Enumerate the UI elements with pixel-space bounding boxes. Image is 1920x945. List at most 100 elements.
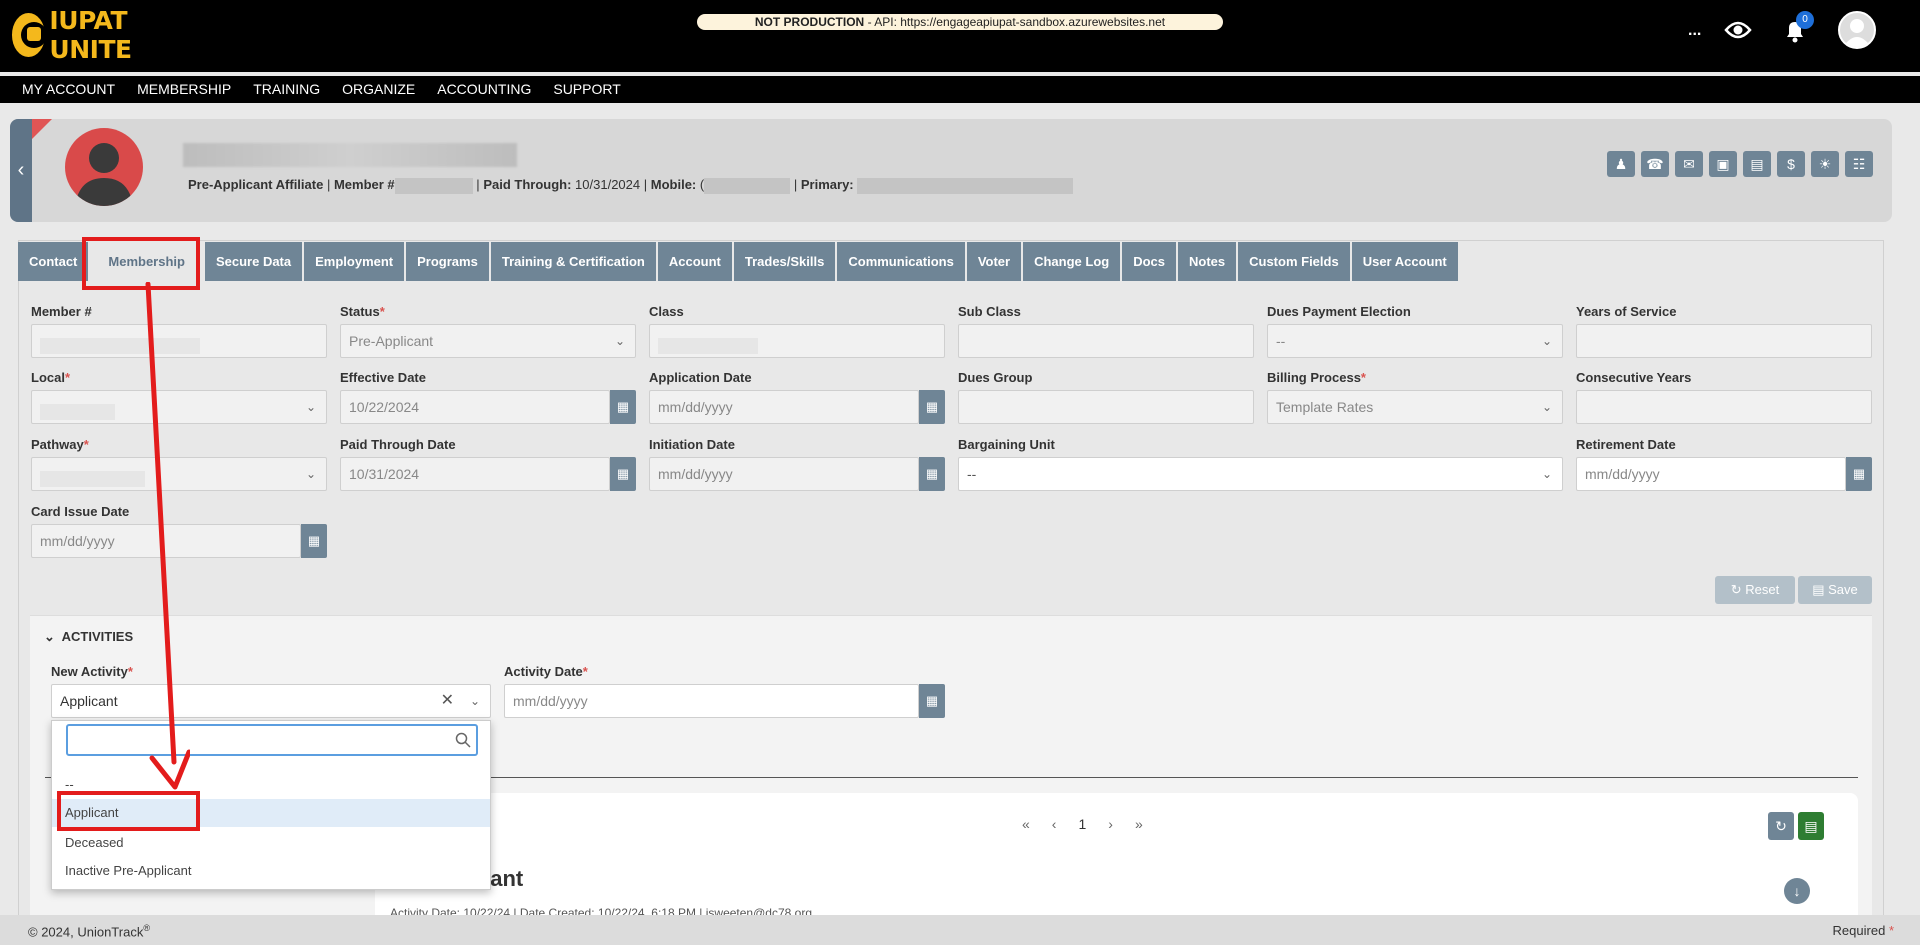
calendar-icon[interactable]: ▦: [919, 684, 945, 718]
tab-notes[interactable]: Notes: [1178, 242, 1237, 281]
chat-icon[interactable]: ✉: [1675, 151, 1703, 177]
save-button[interactable]: ▤ Save: [1798, 576, 1872, 604]
collapse-panel-button[interactable]: ‹: [10, 119, 32, 222]
nav-my-account[interactable]: MY ACCOUNT: [0, 76, 126, 103]
profile-actions: ♟ ☎ ✉ ▣ ▤ $ ☀ ☷: [1607, 151, 1873, 177]
dues-payment-field-label: Dues Payment Election: [1267, 304, 1411, 319]
excel-export-icon[interactable]: ▤: [1798, 812, 1824, 840]
consecutive-years-input[interactable]: [1576, 390, 1872, 424]
tab-communications[interactable]: Communications: [837, 242, 965, 281]
effective-date-input[interactable]: 10/22/2024: [340, 390, 610, 424]
bargaining-unit-select[interactable]: -- ⌄: [958, 457, 1563, 491]
primary-redacted: [857, 177, 1074, 194]
activity-date-input[interactable]: mm/dd/yyyy: [504, 684, 919, 718]
nav-training[interactable]: TRAINING: [242, 76, 331, 103]
clear-icon[interactable]: ✕: [441, 685, 454, 717]
refresh-icon[interactable]: ↻: [1768, 812, 1794, 840]
chevron-down-icon: ⌄: [614, 334, 625, 348]
prev-page-icon[interactable]: ‹: [1052, 816, 1057, 832]
tab-contact[interactable]: Contact: [18, 242, 89, 281]
class-input[interactable]: [649, 324, 945, 358]
annotation-box-applicant-option: [57, 791, 200, 831]
annotation-arrow: [145, 282, 190, 790]
calendar-icon[interactable]: ▦: [919, 457, 945, 491]
page-number[interactable]: 1: [1078, 816, 1086, 832]
tab-programs[interactable]: Programs: [406, 242, 489, 281]
calendar-icon[interactable]: ▦: [301, 524, 327, 558]
tab-secure-data[interactable]: Secure Data: [204, 242, 303, 281]
inbox-icon[interactable]: ▣: [1709, 151, 1737, 177]
retirement-date-input[interactable]: mm/dd/yyyy: [1576, 457, 1846, 491]
calendar-icon[interactable]: ▦: [919, 390, 945, 424]
tab-employment[interactable]: Employment: [304, 242, 405, 281]
tab-docs[interactable]: Docs: [1122, 242, 1176, 281]
eye-icon[interactable]: [1724, 20, 1752, 40]
tab-account[interactable]: Account: [657, 242, 732, 281]
nav-membership[interactable]: MEMBERSHIP: [126, 76, 242, 103]
tab-trades-skills[interactable]: Trades/Skills: [733, 242, 836, 281]
download-icon[interactable]: ↓: [1784, 878, 1810, 904]
class-field-label: Class: [649, 304, 684, 319]
chevron-down-icon: ⌄: [1541, 467, 1552, 481]
years-service-input[interactable]: [1576, 324, 1872, 358]
application-date-field-label: Application Date: [649, 370, 752, 385]
document-icon[interactable]: ▤: [1743, 151, 1771, 177]
bargaining-unit-field-label: Bargaining Unit: [958, 437, 1055, 452]
dues-group-field-label: Dues Group: [958, 370, 1033, 385]
tab-custom-fields[interactable]: Custom Fields: [1238, 242, 1350, 281]
member-number-field-label: Member #: [31, 304, 92, 319]
calendar-icon[interactable]: ▦: [1846, 457, 1872, 491]
nav-support[interactable]: SUPPORT: [542, 76, 631, 103]
chevron-down-icon: ⌄: [469, 694, 480, 708]
pagination: « ‹ 1 › »: [1022, 816, 1143, 832]
primary-label: Primary:: [800, 177, 854, 192]
paid-through-label: Paid Through:: [483, 177, 572, 192]
dropdown-option-inactive-pre-applicant[interactable]: Inactive Pre-Applicant: [52, 857, 490, 885]
nav-organize[interactable]: ORGANIZE: [331, 76, 426, 103]
calendar-icon[interactable]: ▦: [610, 390, 636, 424]
person-icon[interactable]: ♟: [1607, 151, 1635, 177]
tab-user-account[interactable]: User Account: [1351, 242, 1458, 281]
activity-date-field-label: Activity Date*: [504, 664, 588, 679]
dues-group-input[interactable]: [958, 390, 1254, 424]
tab-change-log[interactable]: Change Log: [1023, 242, 1121, 281]
next-page-icon[interactable]: ›: [1108, 816, 1113, 832]
reset-button[interactable]: ↻ Reset: [1715, 576, 1795, 604]
user-avatar[interactable]: [1838, 11, 1876, 49]
chevron-down-icon: ⌄: [1541, 334, 1552, 348]
person-silhouette-icon: [75, 143, 133, 206]
last-page-icon[interactable]: »: [1135, 816, 1143, 832]
dues-payment-select[interactable]: -- ⌄: [1267, 324, 1563, 358]
mobile-label: Mobile:: [650, 177, 697, 192]
dropdown-option-deceased[interactable]: Deceased: [52, 829, 490, 857]
pathway-field-label: Pathway*: [31, 437, 89, 452]
search-icon: [455, 732, 471, 748]
consecutive-years-field-label: Consecutive Years: [1576, 370, 1692, 385]
notification-count-badge: 0: [1796, 11, 1814, 29]
member-photo: [65, 128, 143, 206]
dollar-icon[interactable]: $: [1777, 151, 1805, 177]
dropdown-search-input[interactable]: [66, 724, 478, 756]
new-activity-select[interactable]: Applicant ✕ ⌄: [51, 684, 491, 718]
subclass-input[interactable]: [958, 324, 1254, 358]
id-card-icon[interactable]: ☷: [1845, 151, 1873, 177]
paid-through-date-input[interactable]: 10/31/2024: [340, 457, 610, 491]
calendar-icon[interactable]: ▦: [610, 457, 636, 491]
initiation-date-input[interactable]: mm/dd/yyyy: [649, 457, 919, 491]
years-service-field-label: Years of Service: [1576, 304, 1677, 319]
tab-voter[interactable]: Voter: [966, 242, 1022, 281]
billing-process-select[interactable]: Template Rates ⌄: [1267, 390, 1563, 424]
nav-accounting[interactable]: ACCOUNTING: [426, 76, 542, 103]
retirement-date-field-label: Retirement Date: [1576, 437, 1676, 452]
activities-toggle[interactable]: ⌄ ACTIVITIES: [44, 629, 133, 645]
iupat-logo[interactable]: IUPAT UNITE: [12, 6, 177, 64]
tab-training-certification[interactable]: Training & Certification: [490, 242, 656, 281]
more-menu-button[interactable]: ...: [1688, 22, 1701, 40]
banner-bold: NOT PRODUCTION: [754, 15, 865, 29]
phone-icon[interactable]: ☎: [1641, 151, 1669, 177]
first-page-icon[interactable]: «: [1022, 816, 1030, 832]
status-select[interactable]: Pre-Applicant ⌄: [340, 324, 636, 358]
bell-icon[interactable]: ☀: [1811, 151, 1839, 177]
status-field-label: Status*: [340, 304, 385, 319]
application-date-input[interactable]: mm/dd/yyyy: [649, 390, 919, 424]
